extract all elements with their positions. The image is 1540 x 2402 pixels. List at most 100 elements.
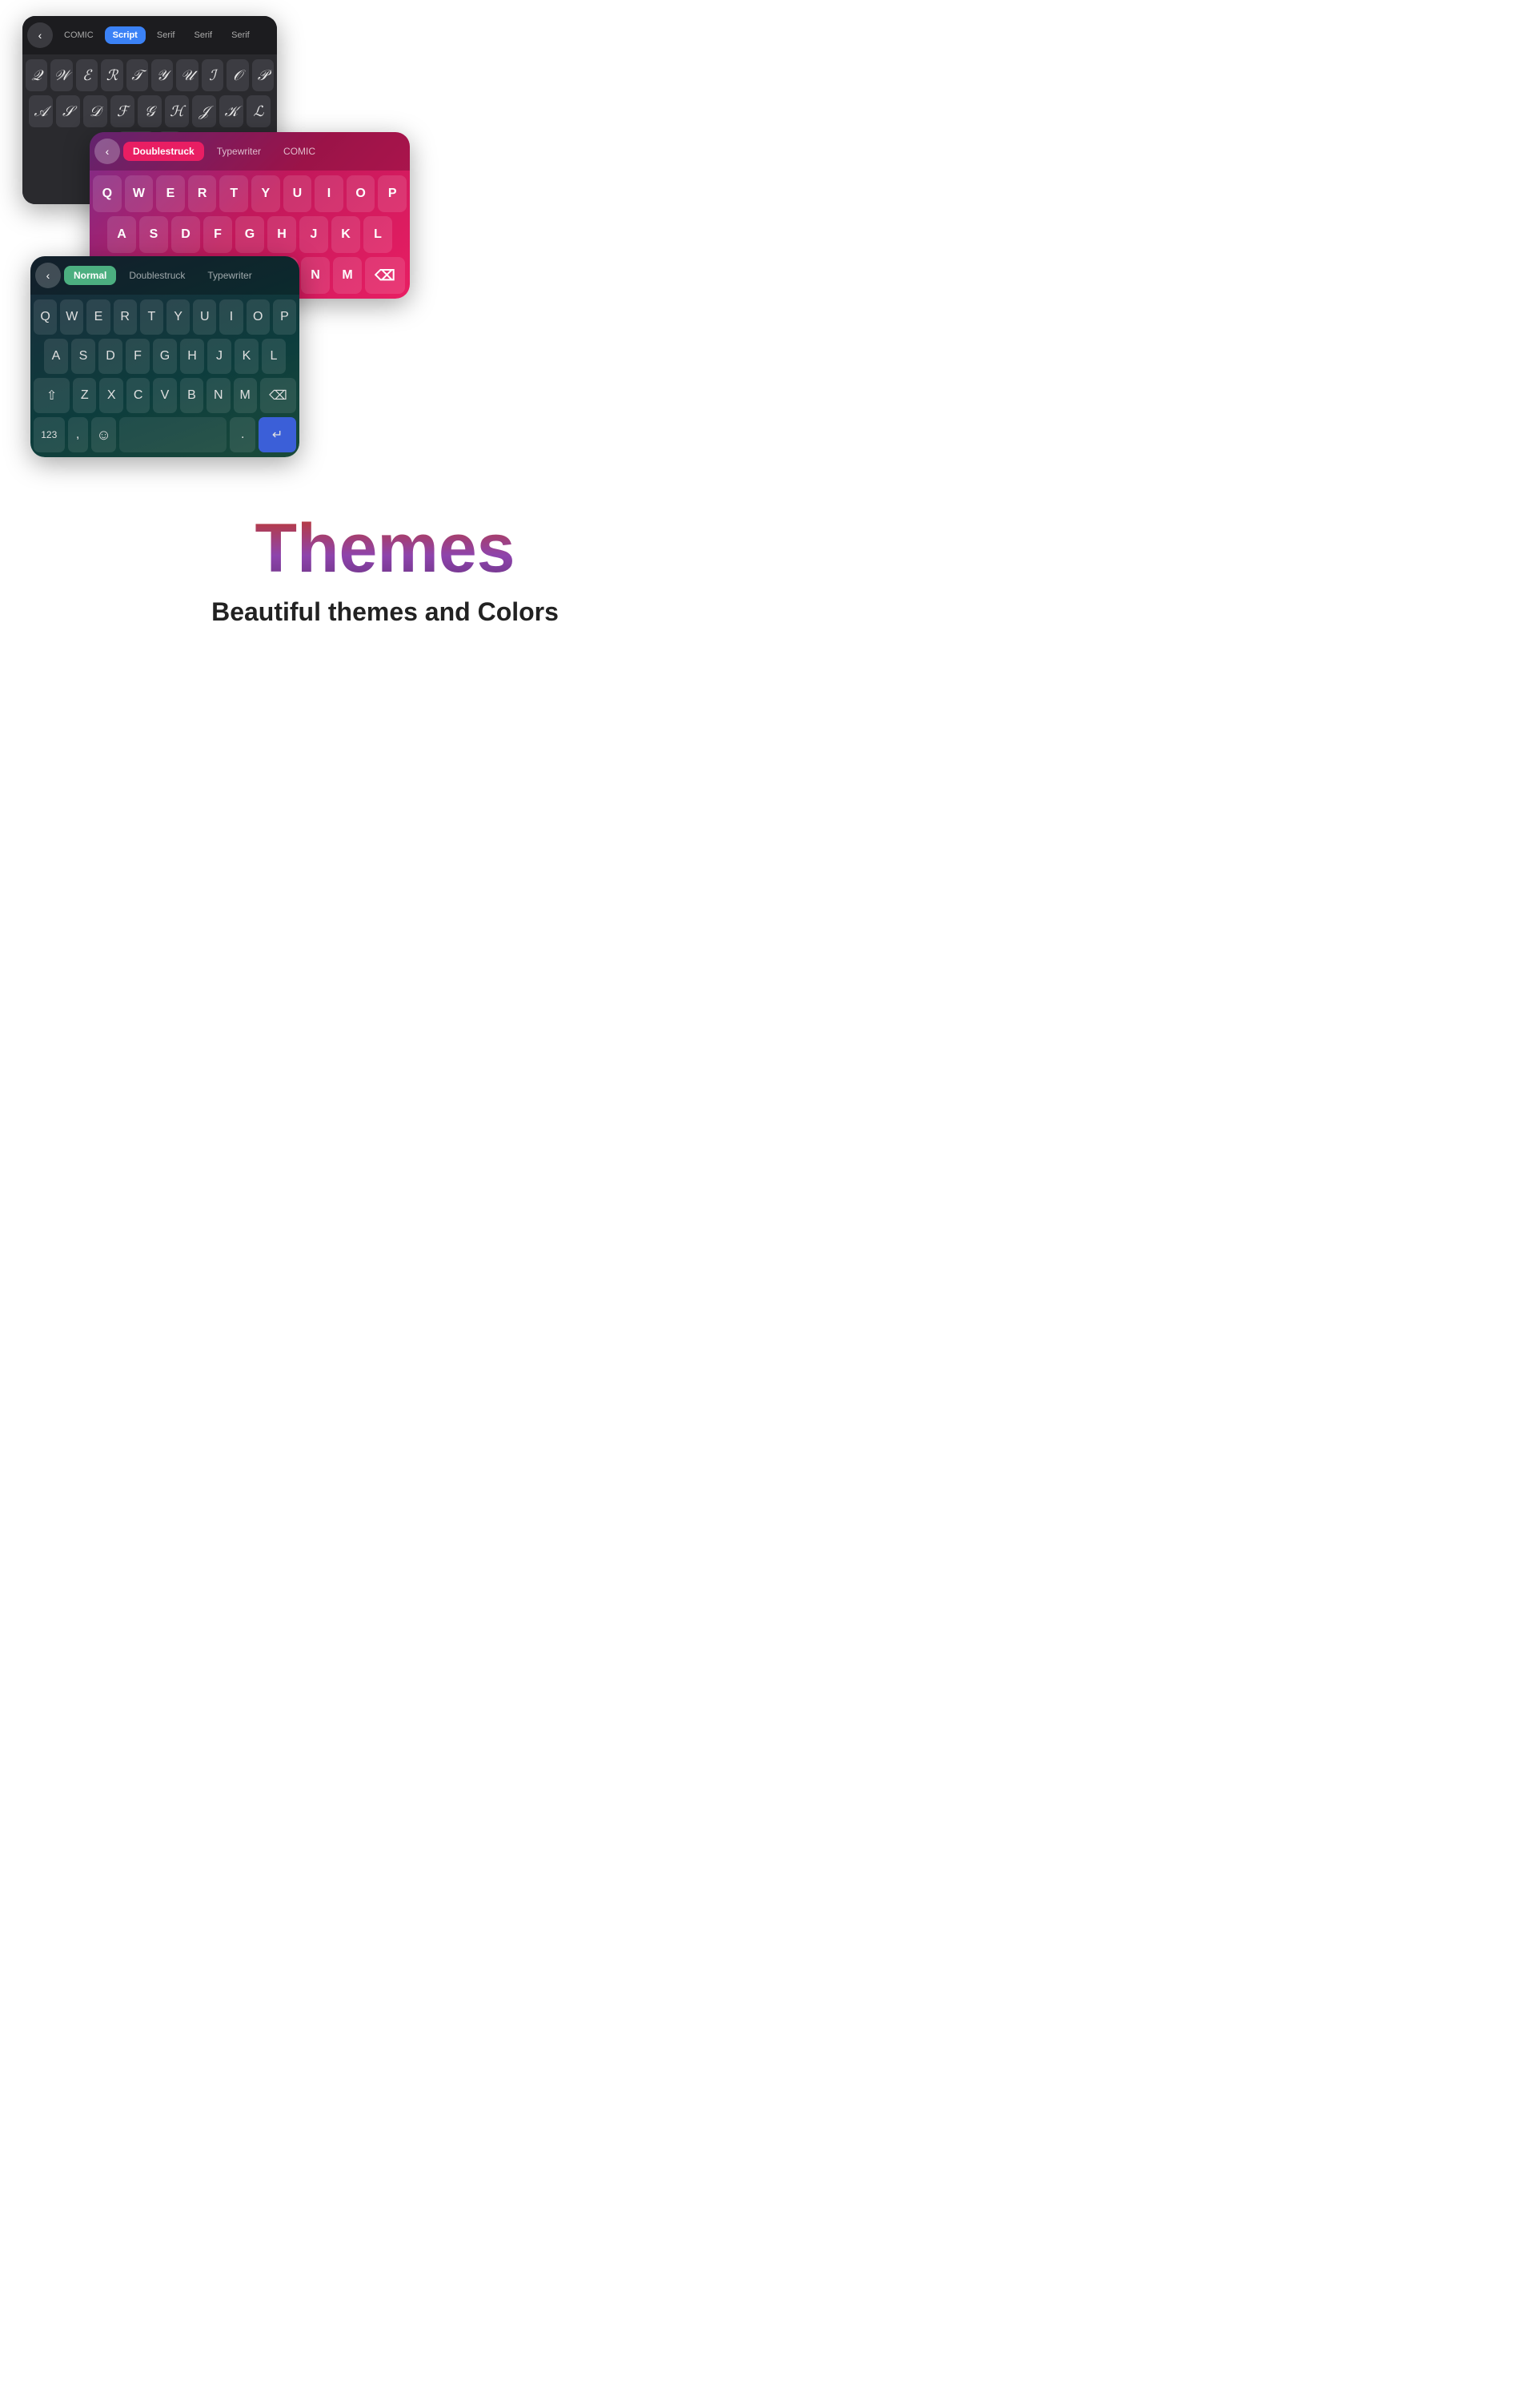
keyboard-normal: ‹ Normal Doublestruck Typewriter Q W E R… bbox=[30, 256, 299, 457]
kb1-row-2: 𝒜 𝒮 𝒟 ℱ 𝒢 ℋ 𝒥 𝒦 ℒ bbox=[26, 95, 274, 127]
kb3-shift-key[interactable]: ⇧ bbox=[34, 378, 70, 413]
kb1-key-w[interactable]: 𝒲 bbox=[50, 59, 72, 91]
kb2-key-f[interactable]: F bbox=[203, 216, 232, 253]
kb1-key-t[interactable]: 𝒯 bbox=[126, 59, 148, 91]
kb3-space-key[interactable] bbox=[119, 417, 227, 452]
kb1-key-i[interactable]: ℐ bbox=[202, 59, 223, 91]
kb2-key-l[interactable]: L bbox=[363, 216, 392, 253]
kb2-key-h[interactable]: H bbox=[267, 216, 296, 253]
kb1-key-r[interactable]: ℛ bbox=[101, 59, 122, 91]
kb1-key-l[interactable]: ℒ bbox=[247, 95, 271, 127]
kb1-key-h[interactable]: ℋ bbox=[165, 95, 189, 127]
kb3-key-v[interactable]: V bbox=[153, 378, 176, 413]
kb3-key-s[interactable]: S bbox=[71, 339, 95, 374]
kb1-key-e[interactable]: ℰ bbox=[76, 59, 98, 91]
kb1-key-o[interactable]: 𝒪 bbox=[227, 59, 248, 91]
kb3-enter-key[interactable]: ↵ bbox=[259, 417, 296, 452]
kb3-key-b[interactable]: B bbox=[180, 378, 203, 413]
kb2-key-o[interactable]: O bbox=[347, 175, 375, 212]
kb2-key-m[interactable]: M bbox=[333, 257, 362, 294]
kb1-key-s[interactable]: 𝒮 bbox=[56, 95, 80, 127]
keyboards-section: ‹ COMIC Script Serif Serif Serif 𝒬 𝒲 ℰ ℛ… bbox=[0, 16, 770, 464]
kb2-row-1: Q W E R T Y U I O P bbox=[93, 175, 407, 212]
kb2-key-t[interactable]: T bbox=[219, 175, 248, 212]
kb3-tab-bar: ‹ Normal Doublestruck Typewriter bbox=[30, 256, 299, 295]
kb3-key-w[interactable]: W bbox=[60, 299, 83, 335]
kb2-key-n[interactable]: N bbox=[301, 257, 330, 294]
kb2-key-s[interactable]: S bbox=[139, 216, 168, 253]
kb3-row-1: Q W E R T Y U I O P bbox=[34, 299, 296, 335]
kb2-key-e[interactable]: E bbox=[156, 175, 185, 212]
kb2-key-q[interactable]: Q bbox=[93, 175, 122, 212]
kb3-tab-normal[interactable]: Normal bbox=[64, 266, 116, 285]
kb3-key-t[interactable]: T bbox=[140, 299, 163, 335]
kb2-key-r[interactable]: R bbox=[188, 175, 217, 212]
kb3-key-o[interactable]: O bbox=[247, 299, 270, 335]
kb3-key-f[interactable]: F bbox=[126, 339, 150, 374]
kb2-tab-comic[interactable]: COMIC bbox=[274, 142, 325, 161]
kb2-key-u[interactable]: U bbox=[283, 175, 312, 212]
kb3-key-l[interactable]: L bbox=[262, 339, 286, 374]
kb3-key-e[interactable]: E bbox=[86, 299, 110, 335]
kb2-delete-key[interactable]: ⌫ bbox=[365, 257, 405, 294]
kb3-key-x[interactable]: X bbox=[99, 378, 122, 413]
kb2-tab-typewriter[interactable]: Typewriter bbox=[207, 142, 271, 161]
kb1-key-a[interactable]: 𝒜 bbox=[29, 95, 53, 127]
kb3-key-q[interactable]: Q bbox=[34, 299, 57, 335]
kb3-delete-key[interactable]: ⌫ bbox=[260, 378, 296, 413]
kb1-tab-comic[interactable]: COMIC bbox=[56, 26, 102, 44]
kb3-row-3: ⇧ Z X C V B N M ⌫ bbox=[34, 378, 296, 413]
kb3-key-k[interactable]: K bbox=[235, 339, 259, 374]
kb2-tab-doublestruck[interactable]: Doublestruck bbox=[123, 142, 204, 161]
kb3-tab-doublestruck[interactable]: Doublestruck bbox=[119, 266, 195, 285]
kb1-tab-serif2[interactable]: Serif bbox=[186, 26, 220, 44]
kb3-tab-typewriter[interactable]: Typewriter bbox=[198, 266, 261, 285]
kb2-key-j[interactable]: J bbox=[299, 216, 328, 253]
kb3-dot-key[interactable]: . bbox=[230, 417, 255, 452]
kb1-key-q[interactable]: 𝒬 bbox=[26, 59, 47, 91]
kb1-row-1: 𝒬 𝒲 ℰ ℛ 𝒯 𝒴 𝒰 ℐ 𝒪 𝒫 bbox=[26, 59, 274, 91]
kb2-back-button[interactable]: ‹ bbox=[94, 139, 120, 164]
kb3-comma-key[interactable]: , bbox=[68, 417, 88, 452]
kb3-emoji-key[interactable]: ☺ bbox=[91, 417, 117, 452]
kb3-key-i[interactable]: I bbox=[219, 299, 243, 335]
kb3-key-j[interactable]: J bbox=[207, 339, 231, 374]
kb1-key-k[interactable]: 𝒦 bbox=[219, 95, 243, 127]
kb1-back-button[interactable]: ‹ bbox=[27, 22, 53, 48]
kb1-key-j[interactable]: 𝒥 bbox=[192, 95, 216, 127]
kb2-key-p[interactable]: P bbox=[378, 175, 407, 212]
kb1-key-p[interactable]: 𝒫 bbox=[252, 59, 274, 91]
kb3-key-g[interactable]: G bbox=[153, 339, 177, 374]
kb2-key-a[interactable]: A bbox=[107, 216, 136, 253]
kb3-row-4: 123 , ☺ . ↵ bbox=[34, 417, 296, 452]
kb2-key-y[interactable]: Y bbox=[251, 175, 280, 212]
kb2-key-g[interactable]: G bbox=[235, 216, 264, 253]
kb1-tab-script[interactable]: Script bbox=[105, 26, 146, 44]
kb3-key-c[interactable]: C bbox=[126, 378, 150, 413]
kb1-tab-serif3[interactable]: Serif bbox=[223, 26, 258, 44]
kb3-key-y[interactable]: Y bbox=[166, 299, 190, 335]
kb3-key-area: Q W E R T Y U I O P A S D F G H J K L bbox=[30, 295, 299, 457]
kb1-tab-serif1[interactable]: Serif bbox=[149, 26, 183, 44]
kb3-key-m[interactable]: M bbox=[234, 378, 257, 413]
kb3-key-p[interactable]: P bbox=[273, 299, 296, 335]
kb1-key-u[interactable]: 𝒰 bbox=[176, 59, 198, 91]
kb3-key-d[interactable]: D bbox=[98, 339, 122, 374]
kb3-key-z[interactable]: Z bbox=[73, 378, 96, 413]
kb2-key-k[interactable]: K bbox=[331, 216, 360, 253]
kb1-key-d[interactable]: 𝒟 bbox=[83, 95, 107, 127]
kb3-back-button[interactable]: ‹ bbox=[35, 263, 61, 288]
kb1-key-y[interactable]: 𝒴 bbox=[151, 59, 173, 91]
kb2-key-i[interactable]: I bbox=[315, 175, 343, 212]
kb1-key-f[interactable]: ℱ bbox=[110, 95, 134, 127]
kb3-key-n[interactable]: N bbox=[207, 378, 230, 413]
kb3-num-key[interactable]: 123 bbox=[34, 417, 65, 452]
kb3-key-u[interactable]: U bbox=[193, 299, 216, 335]
kb2-key-w[interactable]: W bbox=[125, 175, 154, 212]
kb3-row-2: A S D F G H J K L bbox=[34, 339, 296, 374]
kb1-key-g[interactable]: 𝒢 bbox=[138, 95, 162, 127]
kb3-key-r[interactable]: R bbox=[114, 299, 137, 335]
kb3-key-h[interactable]: H bbox=[180, 339, 204, 374]
kb3-key-a[interactable]: A bbox=[44, 339, 68, 374]
kb2-key-d[interactable]: D bbox=[171, 216, 200, 253]
